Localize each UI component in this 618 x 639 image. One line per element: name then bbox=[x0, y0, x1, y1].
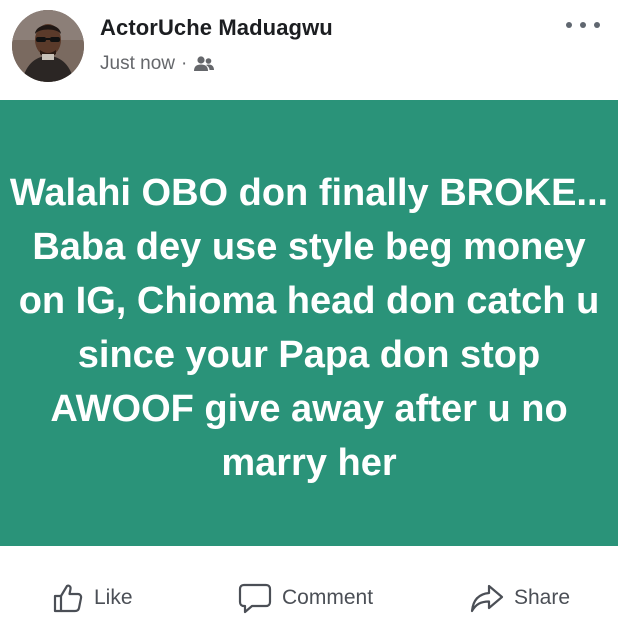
action-bar: Like Comment Share bbox=[0, 546, 618, 639]
thumbs-up-icon bbox=[53, 584, 83, 613]
timestamp[interactable]: Just now bbox=[100, 53, 175, 75]
post-body[interactable]: Walahi OBO don finally BROKE... Baba dey… bbox=[0, 100, 618, 546]
meta-separator: · bbox=[180, 53, 188, 74]
like-button[interactable]: Like bbox=[52, 578, 133, 618]
like-label: Like bbox=[94, 586, 133, 609]
dot-icon bbox=[580, 22, 586, 28]
comment-button[interactable]: Comment bbox=[238, 578, 373, 618]
post-text: Walahi OBO don finally BROKE... Baba dey… bbox=[9, 172, 609, 484]
avatar[interactable] bbox=[12, 10, 84, 82]
author-name[interactable]: ActorUche Maduagwu bbox=[100, 15, 333, 41]
more-options-button[interactable] bbox=[566, 18, 600, 32]
comment-bubble-icon bbox=[238, 583, 272, 614]
post-header: ActorUche Maduagwu Just now · bbox=[0, 0, 618, 100]
share-arrow-icon bbox=[470, 584, 504, 613]
share-label: Share bbox=[514, 586, 571, 609]
post-meta: Just now · bbox=[100, 52, 215, 76]
comment-label: Comment bbox=[282, 586, 374, 609]
dot-icon bbox=[594, 22, 600, 28]
dot-icon bbox=[566, 22, 572, 28]
friends-icon[interactable] bbox=[193, 55, 215, 73]
share-button[interactable]: Share bbox=[470, 578, 570, 618]
